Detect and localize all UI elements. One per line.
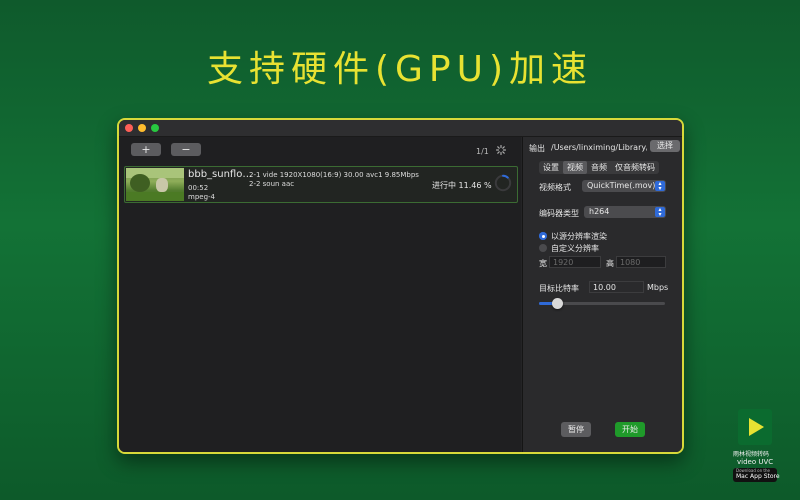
- remove-button[interactable]: −: [171, 143, 201, 156]
- settings-panel: 输出 /Users/linximing/Library/( 选择 设置 视频 音…: [522, 137, 682, 452]
- headline: 支持硬件(GPU)加速: [206, 49, 594, 90]
- bitrate-field[interactable]: 10.00: [589, 281, 644, 293]
- video-thumbnail: [126, 168, 184, 201]
- tab-audio[interactable]: 音频: [587, 161, 611, 174]
- height-field[interactable]: 1080: [616, 256, 666, 268]
- loading-icon: [496, 145, 506, 155]
- encoder-value: h264: [589, 207, 610, 216]
- title-bar: [119, 120, 682, 137]
- task-list-panel: + − 1/1 bbb_sunflo… 00:52 mpeg-4 2-1 vid…: [119, 137, 521, 452]
- radio-source-label: 以源分辨率渲染: [551, 232, 607, 241]
- chevron-updown-icon: ▴ ▾: [655, 181, 665, 192]
- bitrate-label: 目标比特率: [539, 284, 579, 293]
- tab-audio-only[interactable]: 仅音频转码: [611, 161, 659, 174]
- pause-button[interactable]: 暂停: [561, 422, 591, 437]
- bitrate-slider[interactable]: [539, 298, 665, 309]
- close-window-button[interactable]: [125, 124, 133, 132]
- task-video-stream: 2-1 vide 1920X1080(16:9) 30.00 avc1 9.85…: [249, 171, 419, 179]
- video-format-label: 视频格式: [539, 183, 571, 192]
- radio-custom-resolution[interactable]: [539, 244, 547, 252]
- height-label: 高: [606, 259, 614, 268]
- task-filename: bbb_sunflo…: [188, 169, 253, 180]
- chevron-updown-icon: ▴ ▾: [655, 207, 665, 218]
- zoom-window-button[interactable]: [151, 124, 159, 132]
- tab-settings[interactable]: 设置: [539, 161, 563, 174]
- app-icon: [738, 409, 772, 445]
- task-status: 进行中 11.46 %: [432, 181, 492, 190]
- choose-output-button[interactable]: 选择: [650, 140, 680, 152]
- width-field[interactable]: 1920: [549, 256, 601, 268]
- encoder-label: 编码器类型: [539, 209, 579, 218]
- output-label: 输出: [529, 144, 545, 153]
- encoder-select[interactable]: h264 ▴ ▾: [584, 206, 666, 218]
- video-format-value: QuickTime(.mov): [587, 181, 656, 190]
- task-count: 1/1: [476, 147, 489, 156]
- settings-tabs: 设置 视频 音频 仅音频转码: [539, 161, 659, 174]
- bitrate-unit: Mbps: [647, 283, 669, 292]
- app-window: + − 1/1 bbb_sunflo… 00:52 mpeg-4 2-1 vid…: [117, 118, 684, 454]
- app-subtitle: video UVC: [737, 458, 774, 466]
- task-audio-stream: 2-2 soun aac: [249, 180, 295, 188]
- width-label: 宽: [539, 259, 547, 268]
- task-codec: mpeg-4: [188, 193, 215, 201]
- bitrate-slider-knob[interactable]: [551, 298, 563, 309]
- output-path: /Users/linximing/Library/(: [551, 143, 647, 152]
- app-store-badge[interactable]: 雨林视频转码 video UVC Download on the Mac App…: [733, 409, 780, 489]
- app-name: 雨林视频转码: [733, 451, 770, 458]
- task-duration: 00:52: [188, 184, 209, 192]
- progress-ring-icon: [494, 174, 512, 192]
- tab-video[interactable]: 视频: [563, 161, 587, 174]
- radio-source-resolution[interactable]: [539, 232, 547, 240]
- video-format-select[interactable]: QuickTime(.mov) ▴ ▾: [582, 180, 666, 192]
- start-button[interactable]: 开始: [615, 422, 645, 437]
- radio-custom-label: 自定义分辨率: [551, 244, 599, 253]
- add-button[interactable]: +: [131, 143, 161, 156]
- task-row[interactable]: bbb_sunflo… 00:52 mpeg-4 2-1 vide 1920X1…: [124, 166, 518, 203]
- minimize-window-button[interactable]: [138, 124, 146, 132]
- store-text: Mac App Store: [736, 473, 780, 480]
- mac-app-store-button[interactable]: Download on the Mac App Store: [733, 468, 780, 482]
